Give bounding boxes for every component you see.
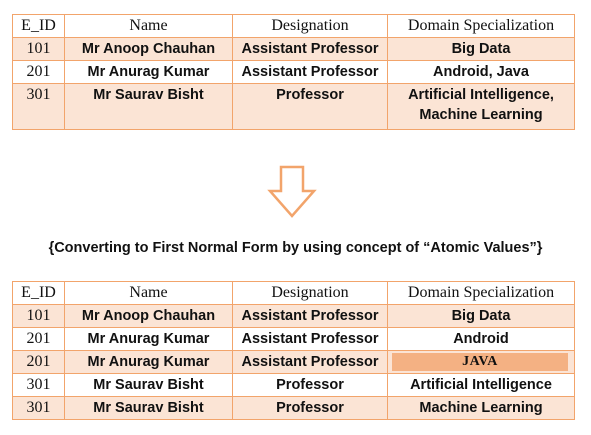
cell-designation: Assistant Professor — [232, 327, 388, 351]
table-row: 301 Mr Saurav Bisht Professor Artificial… — [12, 83, 575, 130]
table-row: 101 Mr Anoop Chauhan Assistant Professor… — [12, 37, 575, 61]
cell-designation: Professor — [232, 396, 388, 420]
cell-eid: 101 — [12, 37, 65, 61]
cell-domain: Artificial Intelligence, Machine Learnin… — [387, 83, 575, 130]
first-normal-form-table: E_ID Name Designation Domain Specializat… — [12, 281, 575, 420]
cell-eid: 201 — [12, 350, 65, 374]
cell-designation: Assistant Professor — [232, 60, 388, 84]
cell-name: Mr Saurav Bisht — [64, 396, 233, 420]
cell-domain: Big Data — [387, 37, 575, 61]
cell-name: Mr Anurag Kumar — [64, 350, 233, 374]
table-row: 201 Mr Anurag Kumar Assistant Professor … — [12, 60, 575, 84]
header-domain-specialization: Domain Specialization — [387, 281, 575, 305]
header-name: Name — [64, 281, 233, 305]
cell-name: Mr Anoop Chauhan — [64, 37, 233, 61]
cell-name: Mr Saurav Bisht — [64, 83, 233, 130]
cell-eid: 301 — [12, 83, 65, 130]
unnormalized-table: E_ID Name Designation Domain Specializat… — [12, 14, 575, 130]
cell-eid: 301 — [12, 396, 65, 420]
cell-domain: Android — [387, 327, 575, 351]
cell-domain: Machine Learning — [387, 396, 575, 420]
table-row: 101 Mr Anoop Chauhan Assistant Professor… — [12, 304, 575, 328]
header-row: E_ID Name Designation Domain Specializat… — [12, 281, 575, 305]
cell-designation: Professor — [232, 83, 388, 130]
header-domain-specialization: Domain Specialization — [387, 14, 575, 38]
cell-eid: 101 — [12, 304, 65, 328]
table-row: 301 Mr Saurav Bisht Professor Artificial… — [12, 373, 575, 397]
header-designation: Designation — [232, 14, 388, 38]
cell-eid: 301 — [12, 373, 65, 397]
header-row: E_ID Name Designation Domain Specializat… — [12, 14, 575, 38]
cell-domain: Artificial Intelligence — [387, 373, 575, 397]
cell-designation: Assistant Professor — [232, 304, 388, 328]
header-eid: E_ID — [12, 281, 65, 305]
cell-domain: Big Data — [387, 304, 575, 328]
cell-domain-highlighted: JAVA — [387, 350, 575, 374]
table-row: 301 Mr Saurav Bisht Professor Machine Le… — [12, 396, 575, 420]
header-eid: E_ID — [12, 14, 65, 38]
cell-designation: Assistant Professor — [232, 37, 388, 61]
header-name: Name — [64, 14, 233, 38]
table-row: 201 Mr Anurag Kumar Assistant Professor … — [12, 350, 575, 374]
conversion-caption: {Converting to First Normal Form by usin… — [48, 240, 543, 256]
cell-name: Mr Anurag Kumar — [64, 327, 233, 351]
cell-designation: Professor — [232, 373, 388, 397]
highlighted-value: JAVA — [392, 353, 568, 371]
cell-eid: 201 — [12, 60, 65, 84]
cell-eid: 201 — [12, 327, 65, 351]
header-designation: Designation — [232, 281, 388, 305]
cell-name: Mr Anurag Kumar — [64, 60, 233, 84]
table-row: 201 Mr Anurag Kumar Assistant Professor … — [12, 327, 575, 351]
cell-name: Mr Anoop Chauhan — [64, 304, 233, 328]
down-arrow-icon — [267, 165, 317, 218]
cell-designation: Assistant Professor — [232, 350, 388, 374]
cell-name: Mr Saurav Bisht — [64, 373, 233, 397]
cell-domain: Android, Java — [387, 60, 575, 84]
